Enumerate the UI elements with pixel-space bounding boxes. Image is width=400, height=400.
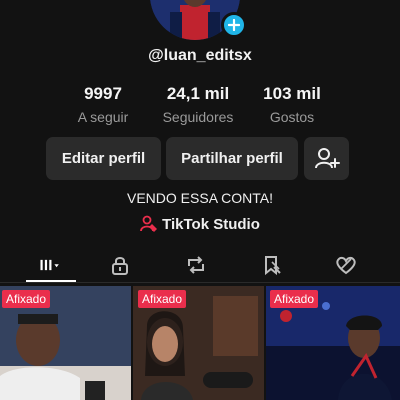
following-stat[interactable]: 9997 A seguir [48, 84, 158, 125]
studio-label: TikTok Studio [162, 215, 260, 233]
tab-favorites[interactable] [252, 250, 292, 280]
profile-avatar[interactable] [150, 0, 247, 40]
bookmark-icon [265, 256, 281, 276]
pinned-badge: Afixado [138, 290, 187, 308]
tab-private[interactable] [100, 250, 140, 280]
video-grid: Afixado Afixado Afixado [0, 286, 400, 400]
add-avatar-button[interactable] [221, 12, 247, 38]
edit-profile-button[interactable]: Editar perfil [46, 137, 161, 180]
profile-tabs [0, 250, 400, 282]
profile-actions: Editar perfil Partilhar perfil [0, 137, 400, 181]
likes-label: Gostos [269, 109, 315, 125]
studio-icon [140, 215, 158, 232]
tab-videos[interactable] [28, 250, 72, 280]
pinned-badge: Afixado [2, 290, 51, 308]
video-thumbnail[interactable]: Afixado [0, 286, 131, 400]
video-thumbnail[interactable]: Afixado [266, 286, 400, 400]
share-profile-button[interactable]: Partilhar perfil [166, 137, 298, 180]
pinned-badge: Afixado [270, 290, 319, 308]
repost-icon [188, 256, 204, 274]
profile-stats: 9997 A seguir 24,1 mil Seguidores 103 mi… [0, 84, 400, 128]
username: @luan_editsx [148, 47, 252, 64]
tab-liked[interactable] [326, 250, 366, 280]
tabs-divider [0, 282, 400, 283]
likes-count: 103 mil [263, 84, 321, 103]
liked-heart-icon [336, 256, 356, 275]
add-friends-button[interactable] [304, 137, 349, 180]
following-count: 9997 [84, 84, 122, 103]
video-thumbnail[interactable]: Afixado [133, 286, 264, 400]
lock-icon [112, 257, 128, 275]
profile-bio: VENDO ESSA CONTA! [127, 190, 273, 206]
add-user-icon [314, 147, 340, 168]
grid-icon [40, 259, 59, 271]
following-label: A seguir [77, 109, 129, 125]
likes-stat[interactable]: 103 mil Gostos [237, 84, 347, 125]
tab-reposts[interactable] [176, 250, 216, 280]
plus-icon [228, 19, 240, 31]
tiktok-studio-link[interactable]: TikTok Studio [0, 215, 400, 233]
